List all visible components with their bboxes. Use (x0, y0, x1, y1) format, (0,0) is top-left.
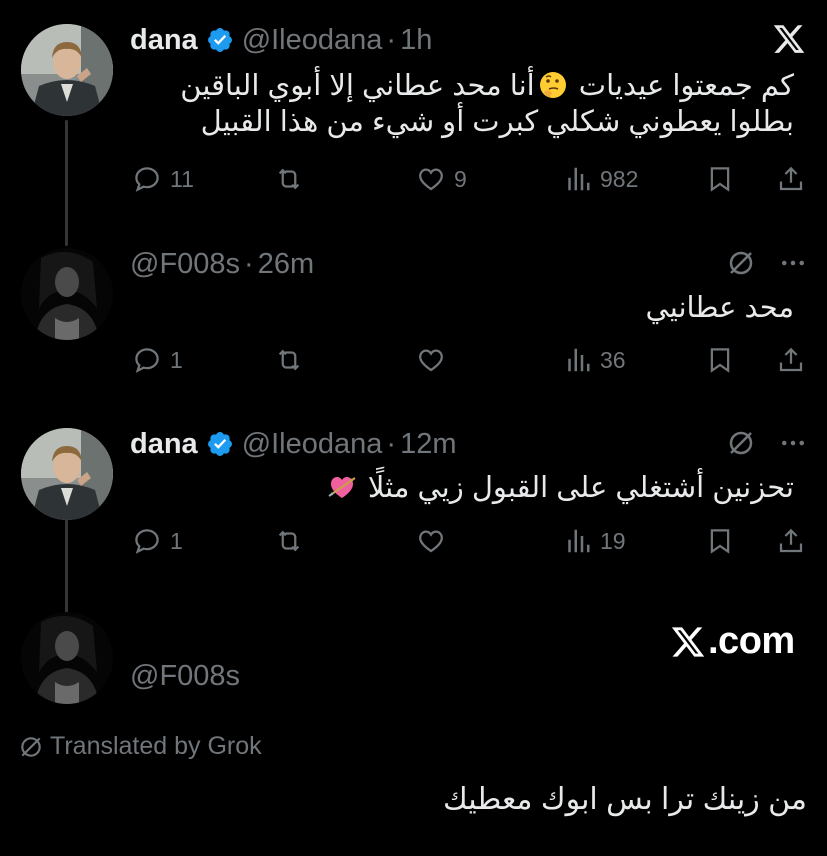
reply-count: 1 (170, 346, 183, 373)
like-button[interactable] (416, 525, 446, 557)
user-handle[interactable]: @F008s (130, 248, 240, 281)
bookmark-button[interactable] (705, 163, 735, 195)
more-icon[interactable] (778, 428, 808, 458)
reply-button[interactable]: 11 (132, 163, 194, 195)
timestamp[interactable]: 26m (258, 248, 314, 281)
avatar[interactable] (21, 612, 113, 704)
views-icon (568, 529, 590, 553)
separator: · (386, 427, 397, 460)
post-text-line: تحزنين أشتغلي على القبول زيي مثلًا (324, 470, 794, 506)
grok-icon[interactable] (726, 248, 756, 278)
reply-count: 11 (170, 165, 194, 192)
like-icon (419, 349, 443, 372)
like-icon (419, 530, 443, 553)
separator: · (386, 23, 397, 56)
display-name[interactable]: dana (130, 24, 198, 57)
post-text-line: محد عطانيي (645, 292, 794, 324)
avatar[interactable] (21, 428, 113, 520)
verified-badge-icon (207, 28, 232, 52)
share-icon (779, 347, 803, 372)
repost-icon (278, 530, 300, 552)
post-text-line: بطلوا يعطوني شكلي كبرت أو شيء من هذا الق… (200, 106, 794, 138)
watermark-text: .com (708, 620, 795, 662)
thread-line (65, 120, 68, 246)
avatar[interactable] (21, 24, 113, 116)
share-button[interactable] (776, 344, 806, 376)
user-handle[interactable]: @Ileodana (242, 24, 383, 57)
views-button[interactable]: 982 (562, 163, 638, 195)
timestamp[interactable]: 12m (400, 428, 456, 461)
x-logo-icon[interactable] (772, 22, 806, 56)
verified-badge-icon (207, 432, 232, 456)
translated-text: من زينك ترا بس ابوك معطيك (443, 783, 807, 816)
post-text: كم جمعتوا عيديات أنا محد عطاني إلا أبوي … (180, 68, 794, 140)
avatar[interactable] (21, 248, 113, 340)
translated-label-text: Translated by Grok (50, 732, 262, 760)
repost-icon (278, 168, 300, 190)
separator: · (244, 247, 254, 280)
post-text: محد عطانيي (646, 290, 794, 326)
display-name[interactable]: dana (130, 428, 198, 461)
bookmark-icon (710, 348, 730, 373)
share-icon (779, 166, 803, 191)
bookmark-button[interactable] (705, 344, 735, 376)
grok-icon (21, 736, 41, 757)
post-text-line: كم جمعتوا عيديات أنا محد عطاني إلا أبوي … (180, 70, 794, 102)
post-text: تحزنين أشتغلي على القبول زيي مثلًا (324, 470, 794, 506)
timestamp[interactable]: 1h (400, 24, 432, 57)
bookmark-icon (710, 167, 730, 192)
x-com-watermark: .com (670, 620, 795, 663)
repost-button[interactable] (274, 344, 304, 376)
post-header: dana @Ileodana · 12m (130, 426, 457, 462)
reply-icon (135, 348, 159, 373)
view-count: 982 (600, 165, 639, 192)
thread-line (65, 515, 68, 621)
repost-button[interactable] (274, 163, 304, 195)
bookmark-button[interactable] (705, 525, 735, 557)
translated-by-label[interactable]: Translated by Grok (18, 732, 262, 761)
user-handle[interactable]: @F008s (130, 660, 240, 693)
repost-icon (278, 349, 300, 371)
x-logo-icon (671, 626, 705, 657)
reply-button[interactable]: 1 (132, 344, 183, 376)
view-count: 19 (600, 527, 626, 554)
like-button[interactable]: 9 (416, 163, 467, 195)
like-button[interactable] (416, 344, 446, 376)
views-button[interactable]: 36 (562, 344, 626, 376)
reply-icon (135, 529, 159, 554)
share-button[interactable] (776, 163, 806, 195)
reply-button[interactable]: 1 (132, 525, 183, 557)
bookmark-icon (710, 529, 730, 554)
like-icon (419, 168, 443, 191)
more-icon[interactable] (778, 248, 808, 278)
repost-button[interactable] (274, 525, 304, 557)
share-icon (779, 528, 803, 553)
views-button[interactable]: 19 (562, 525, 626, 557)
user-handle[interactable]: @Ileodana (242, 428, 383, 461)
view-count: 36 (600, 346, 626, 373)
views-icon (568, 167, 590, 191)
share-button[interactable] (776, 525, 806, 557)
reply-count: 1 (170, 527, 183, 554)
thinking-face-emoji (538, 70, 568, 100)
post-header: @F008s · 26m (130, 246, 314, 282)
reply-icon (135, 167, 159, 192)
heart-with-arrow-emoji (327, 472, 357, 502)
like-count: 9 (454, 165, 467, 192)
post-header: dana @Ileodana · 1h (130, 22, 432, 58)
grok-icon[interactable] (726, 428, 756, 458)
views-icon (568, 348, 590, 372)
